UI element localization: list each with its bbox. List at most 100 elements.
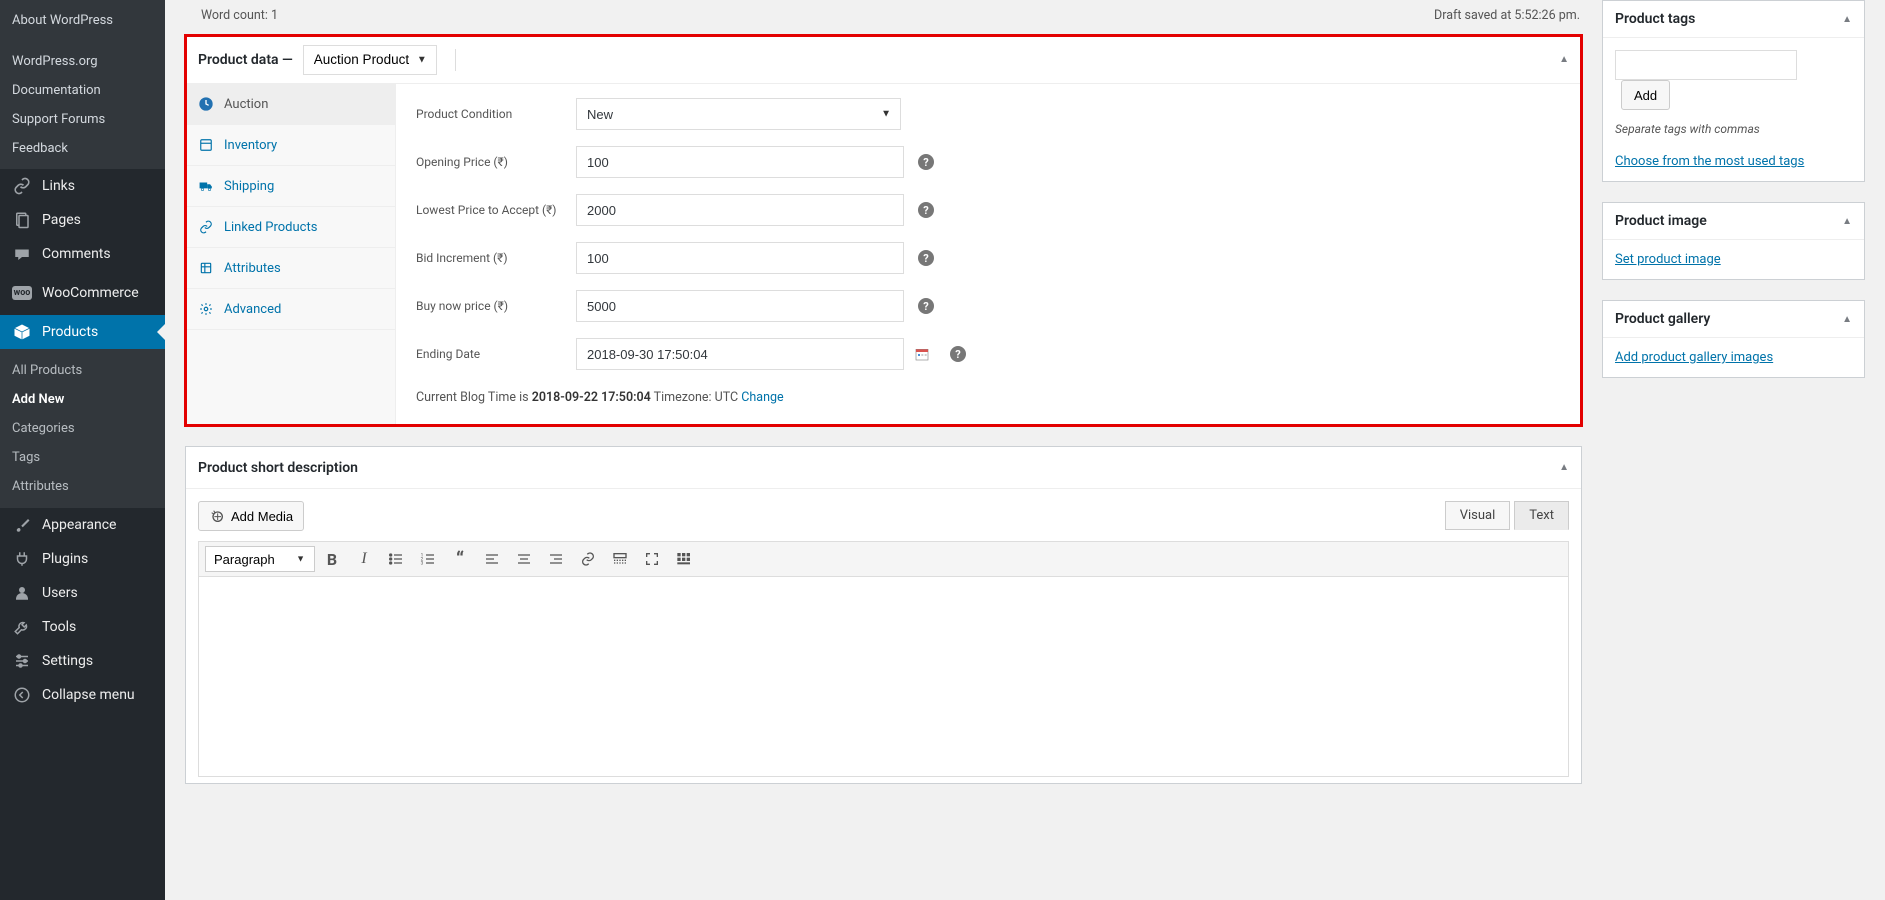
submenu-all-products[interactable]: All Products [0,356,165,385]
sidebar-feedback[interactable]: Feedback [0,134,165,163]
fullscreen-button[interactable] [637,544,667,574]
sidebar-item-links[interactable]: Links [0,169,165,203]
submenu-attributes[interactable]: Attributes [0,472,165,501]
sidebar-item-plugins[interactable]: Plugins [0,542,165,576]
tab-label: Linked Products [224,220,317,235]
submenu-tags[interactable]: Tags [0,443,165,472]
add-gallery-images-link[interactable]: Add product gallery images [1615,350,1773,365]
help-icon[interactable]: ? [918,202,934,218]
field-label-lowest: Lowest Price to Accept (₹) [416,203,576,217]
sidebar-label: WooCommerce [42,285,139,301]
help-icon[interactable]: ? [918,298,934,314]
align-left-button[interactable] [477,544,507,574]
bold-button[interactable]: B [317,544,347,574]
sidebar-item-comments[interactable]: Comments [0,237,165,271]
brush-icon [12,515,32,535]
set-product-image-link[interactable]: Set product image [1615,252,1721,267]
field-label-buynow: Buy now price (₹) [416,299,576,313]
tab-label: Shipping [224,179,274,194]
buy-now-price-input[interactable] [576,290,904,322]
sidebar-label: Appearance [42,517,116,533]
help-icon[interactable]: ? [918,154,934,170]
help-icon[interactable]: ? [918,250,934,266]
sidebar-wordpress-org[interactable]: WordPress.org [0,47,165,76]
inventory-icon [198,137,214,153]
sidebar-label: Products [42,324,98,340]
shipping-icon [198,178,214,194]
lowest-price-input[interactable] [576,194,904,226]
tab-linked-products[interactable]: Linked Products [186,207,395,248]
tab-shipping[interactable]: Shipping [186,166,395,207]
editor-tab-visual[interactable]: Visual [1445,501,1511,530]
short-description-panel: Product short description ▲ Add Media Vi… [185,446,1582,784]
tab-label: Auction [224,97,268,112]
product-condition-select[interactable]: New [576,98,901,130]
tab-auction[interactable]: Auction [186,84,395,125]
panel-toggle-icon[interactable]: ▲ [1842,14,1852,25]
sidebar-item-users[interactable]: Users [0,576,165,610]
box-title: Product tags [1615,11,1695,27]
add-media-button[interactable]: Add Media [198,501,304,531]
sidebar-support-forums[interactable]: Support Forums [0,105,165,134]
change-timezone-link[interactable]: Change [738,390,783,405]
separator [455,49,456,71]
bid-increment-input[interactable] [576,242,904,274]
sidebar-item-products[interactable]: Products [0,315,165,349]
sidebar-item-collapse[interactable]: Collapse menu [0,678,165,712]
field-label-opening: Opening Price (₹) [416,155,576,169]
sidebar-documentation[interactable]: Documentation [0,76,165,105]
add-tag-button[interactable]: Add [1621,80,1670,110]
tags-input[interactable] [1615,50,1797,80]
blockquote-button[interactable]: “ [445,544,475,574]
sliders-icon [12,651,32,671]
calendar-icon[interactable] [914,346,930,362]
panel-toggle-icon[interactable]: ▲ [1559,462,1569,473]
product-type-select[interactable]: Auction Product [303,45,437,75]
insert-more-button[interactable] [605,544,635,574]
editor-tab-text[interactable]: Text [1514,501,1569,530]
toolbar-toggle-button[interactable] [669,544,699,574]
auction-fields: Product Condition New ▼ Opening Price (₹… [396,84,1581,425]
tags-hint: Separate tags with commas [1615,122,1852,136]
link-icon [12,176,32,196]
panel-toggle-icon[interactable]: ▲ [1842,216,1852,227]
editor-textarea[interactable] [198,577,1569,777]
auction-icon [198,96,214,112]
tab-label: Advanced [224,302,281,317]
editor-toolbar: Paragraph ▼ B I 123 “ [198,541,1569,577]
pages-icon [12,210,32,230]
number-list-button[interactable]: 123 [413,544,443,574]
tab-inventory[interactable]: Inventory [186,125,395,166]
sidebar-item-tools[interactable]: Tools [0,610,165,644]
tab-attributes[interactable]: Attributes [186,248,395,289]
help-icon[interactable]: ? [950,346,966,362]
bullet-list-button[interactable] [381,544,411,574]
panel-toggle-icon[interactable]: ▲ [1559,54,1569,65]
sidebar-item-woocommerce[interactable]: woo WooCommerce [0,271,165,315]
submenu-add-new[interactable]: Add New [0,385,165,414]
sidebar-item-settings[interactable]: Settings [0,644,165,678]
align-right-button[interactable] [541,544,571,574]
field-label-condition: Product Condition [416,107,576,121]
italic-button[interactable]: I [349,544,379,574]
ending-date-input[interactable] [576,338,904,370]
sidebar-label: Collapse menu [42,687,135,703]
submenu-categories[interactable]: Categories [0,414,165,443]
paragraph-select[interactable]: Paragraph [205,546,315,572]
choose-tags-link[interactable]: Choose from the most used tags [1615,154,1804,169]
sidebar-item-pages[interactable]: Pages [0,203,165,237]
plug-icon [12,549,32,569]
word-count: Word count: 1 [201,8,278,23]
sidebar-item-appearance[interactable]: Appearance [0,508,165,542]
panel-toggle-icon[interactable]: ▲ [1842,314,1852,325]
sidebar-about-wordpress[interactable]: About WordPress [0,6,165,35]
tab-advanced[interactable]: Advanced [186,289,395,330]
link-button[interactable] [573,544,603,574]
product-gallery-box: Product gallery ▲ Add product gallery im… [1602,300,1865,378]
align-center-button[interactable] [509,544,539,574]
draft-saved: Draft saved at 5:52:26 pm. [1434,8,1580,23]
wrench-icon [12,617,32,637]
sidebar-label: Users [42,585,78,601]
sidebar-label: Tools [42,619,76,635]
opening-price-input[interactable] [576,146,904,178]
